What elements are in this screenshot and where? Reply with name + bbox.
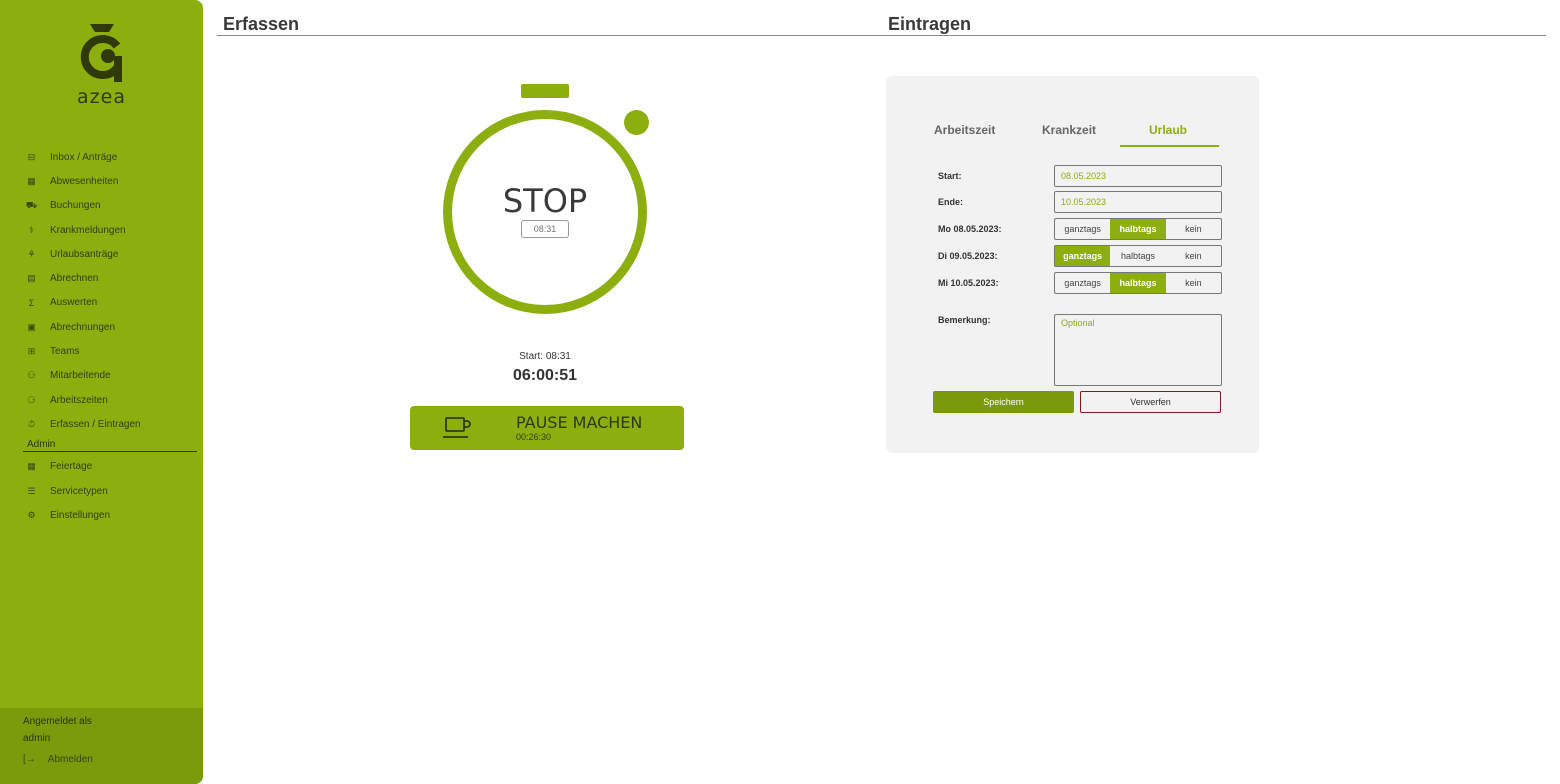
- logout-button[interactable]: [→ Abmelden: [23, 754, 180, 765]
- option-kein[interactable]: kein: [1166, 246, 1221, 266]
- save-button[interactable]: Speichern: [933, 391, 1074, 413]
- start-time-input[interactable]: 08:31: [521, 220, 569, 238]
- sidebar-item-label: Arbeitszeiten: [50, 394, 108, 406]
- day-toggle-2: ganztags halbtags kein: [1054, 272, 1222, 294]
- sidebar-item-label: Urlaubsanträge: [50, 248, 119, 260]
- sidebar-footer: Angemeldet als admin [→ Abmelden: [0, 708, 203, 784]
- pause-label: PAUSE MACHEN: [516, 413, 643, 432]
- day-label-1: Di 09.05.2023:: [938, 251, 998, 261]
- day-toggle-0: ganztags halbtags kein: [1054, 218, 1222, 240]
- erfassen-title: Erfassen: [223, 14, 300, 34]
- sidebar-item-label: Krankmeldungen: [50, 224, 126, 236]
- user-clock-icon: ⚆: [27, 394, 36, 405]
- option-kein[interactable]: kein: [1166, 219, 1221, 239]
- sidebar-nav: ⊟ Inbox / Anträge ▦ Abwesenheiten ⛟ Buchungen…: [23, 145, 197, 527]
- sidebar-item-label: Erfassen / Eintragen: [50, 418, 141, 430]
- logout-label: Abmelden: [47, 754, 93, 765]
- username: admin: [23, 733, 51, 744]
- sidebar-item-abrechnungen[interactable]: ▣ Abrechnungen: [23, 315, 197, 339]
- bookings-icon: ⛟: [25, 199, 38, 210]
- option-halbtags[interactable]: halbtags: [1110, 219, 1166, 239]
- sidebar-item-servicetypen[interactable]: ☰ Servicetypen: [23, 479, 197, 503]
- day-label-0: Mo 08.05.2023:: [938, 224, 1002, 234]
- discard-button[interactable]: Verwerfen: [1080, 391, 1221, 413]
- holiday-calendar-icon: ▦: [27, 461, 36, 472]
- sigma-icon: Σ: [28, 297, 35, 308]
- entry-panel: Arbeitszeit Krankzeit Urlaub Start: 08.0…: [886, 76, 1259, 453]
- sidebar-item-auswerten[interactable]: Σ Auswerten: [23, 291, 197, 315]
- remark-label: Bemerkung:: [938, 315, 991, 325]
- stopwatch-icon: ⏱: [27, 418, 36, 429]
- azea-logo-icon: [80, 24, 122, 82]
- sidebar-item-label: Abwesenheiten: [50, 175, 119, 187]
- logo-text: azea: [77, 86, 126, 108]
- sidebar-item-label: Buchungen: [50, 200, 101, 212]
- stopwatch-crown: [521, 84, 569, 98]
- start-label: Start:: [938, 171, 962, 181]
- pause-button[interactable]: PAUSE MACHEN 00:26:30: [410, 406, 684, 450]
- sidebar-item-abrechnen[interactable]: ▤ Abrechnen: [23, 266, 197, 290]
- logged-in-label: Angemeldet als: [23, 716, 92, 727]
- stop-button[interactable]: STOP: [443, 182, 647, 220]
- elapsed-time: 06:00:51: [512, 367, 578, 384]
- option-ganztags[interactable]: ganztags: [1055, 273, 1110, 293]
- calculator-icon: ▤: [27, 273, 36, 284]
- logout-icon: [→: [23, 754, 36, 765]
- sidebar-item-feiertage[interactable]: ▦ Feiertage: [23, 455, 197, 479]
- admin-section-header: Admin: [23, 437, 197, 452]
- sidebar-item-erfassen-eintragen[interactable]: ⏱ Erfassen / Eintragen: [23, 412, 197, 436]
- calendar-grid-icon: ▦: [27, 175, 36, 186]
- sidebar-item-label: Servicetypen: [50, 485, 108, 497]
- sidebar-item-abwesenheiten[interactable]: ▦ Abwesenheiten: [23, 169, 197, 193]
- tab-urlaub[interactable]: Urlaub: [1149, 123, 1187, 137]
- sidebar-item-label: Abrechnen: [50, 273, 99, 285]
- sidebar-item-label: Feiertage: [50, 461, 93, 473]
- header-divider: [217, 35, 1546, 36]
- option-ganztags[interactable]: ganztags: [1055, 219, 1110, 239]
- sidebar-item-label: Abrechnungen: [50, 321, 116, 333]
- sidebar-item-teams[interactable]: ⊞ Teams: [23, 339, 197, 363]
- logo: azea: [0, 22, 203, 108]
- sidebar-item-urlaubsanträge[interactable]: ⚘ Urlaubsanträge: [23, 242, 197, 266]
- stethoscope-icon: ⚕: [29, 224, 34, 235]
- sidebar-item-buchungen[interactable]: ⛟ Buchungen: [23, 194, 197, 218]
- sidebar-item-label: Mitarbeitende: [50, 370, 111, 382]
- gear-icon: ⚙: [27, 509, 36, 520]
- sidebar-item-einstellungen[interactable]: ⚙ Einstellungen: [23, 503, 197, 527]
- tab-arbeitszeit[interactable]: Arbeitszeit: [934, 123, 995, 137]
- sidebar-item-label: Inbox / Anträge: [50, 151, 118, 163]
- tab-krankzeit[interactable]: Krankzeit: [1042, 123, 1096, 137]
- sidebar-item-label: Auswerten: [50, 297, 98, 309]
- day-label-2: Mi 10.05.2023:: [938, 278, 999, 288]
- day-toggle-1: ganztags halbtags kein: [1054, 245, 1222, 267]
- start-time-label: Start: 08:31: [519, 351, 571, 362]
- active-tab-indicator: [1120, 145, 1219, 147]
- sidebar-item-label: Teams: [50, 346, 80, 358]
- option-ganztags[interactable]: ganztags: [1055, 246, 1111, 266]
- remark-textarea[interactable]: Optional: [1054, 314, 1222, 386]
- sidebar-item-krankmeldungen[interactable]: ⚕ Krankmeldungen: [23, 218, 197, 242]
- sidebar-item-label: Einstellungen: [50, 509, 111, 521]
- sidebar: azea ⊟ Inbox / Anträge ▦ Abwesenheiten ⛟ Buch…: [0, 0, 203, 784]
- option-halbtags[interactable]: halbtags: [1110, 273, 1166, 293]
- people-icon: ⚇: [27, 370, 36, 381]
- teams-icon: ⊞: [27, 346, 36, 357]
- option-halbtags[interactable]: halbtags: [1110, 246, 1165, 266]
- inbox-icon: ⊟: [27, 151, 36, 162]
- sidebar-item-mitarbeitende[interactable]: ⚇ Mitarbeitende: [23, 364, 197, 388]
- invoice-icon: ▣: [27, 321, 36, 332]
- palm-tree-icon: ⚘: [27, 248, 36, 259]
- end-date-input[interactable]: 10.05.2023: [1054, 191, 1222, 213]
- sidebar-item-inbox-anträge[interactable]: ⊟ Inbox / Anträge: [23, 145, 197, 169]
- eintragen-title: Eintragen: [888, 14, 972, 34]
- pause-duration: 00:26:30: [516, 432, 552, 442]
- start-date-input[interactable]: 08.05.2023: [1054, 165, 1222, 187]
- sidebar-item-arbeitszeiten[interactable]: ⚆ Arbeitszeiten: [23, 388, 197, 412]
- list-icon: ☰: [27, 485, 36, 496]
- stopwatch-button-dot: [624, 110, 649, 135]
- option-kein[interactable]: kein: [1166, 273, 1221, 293]
- coffee-cup-icon: [443, 417, 471, 438]
- end-label: Ende:: [938, 197, 964, 207]
